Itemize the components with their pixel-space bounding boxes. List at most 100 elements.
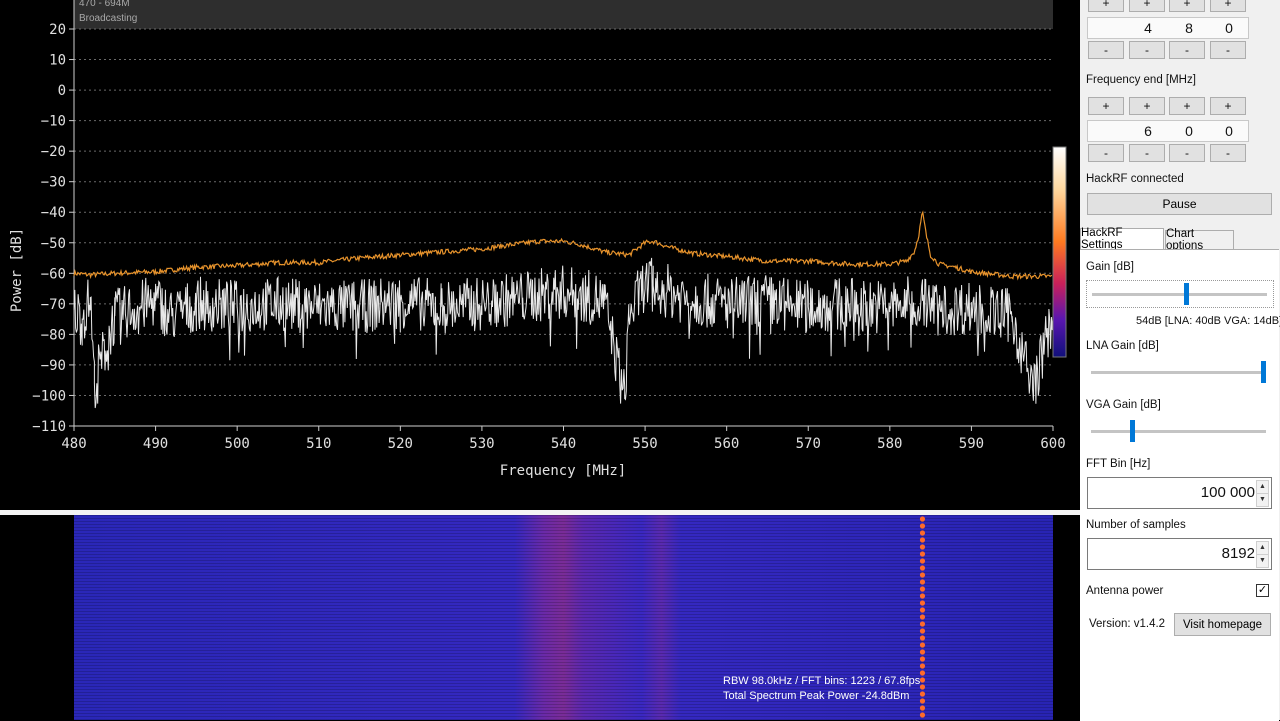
freq-start-minus-4[interactable]: - bbox=[1210, 41, 1246, 59]
lna-gain-slider[interactable] bbox=[1086, 360, 1274, 386]
y-tick-label: −50 bbox=[41, 236, 66, 252]
x-tick-label: 560 bbox=[714, 436, 739, 452]
carrier-dot bbox=[919, 691, 926, 697]
y-tick-label: −30 bbox=[41, 175, 66, 191]
vga-slider-thumb[interactable] bbox=[1130, 420, 1136, 442]
carrier-dot bbox=[919, 523, 926, 529]
y-tick-label: −60 bbox=[41, 266, 66, 282]
samples-input[interactable]: 8192 ▲ ▼ bbox=[1087, 538, 1272, 570]
peak-power-info: Total Spectrum Peak Power -24.8dBm bbox=[723, 690, 910, 702]
freq-end-plus-1[interactable]: + bbox=[1088, 97, 1124, 115]
carrier-dot bbox=[919, 628, 926, 634]
carrier-dot bbox=[919, 614, 926, 620]
y-tick-label: −10 bbox=[41, 114, 66, 130]
freq-start-digit-4: 0 bbox=[1225, 20, 1233, 36]
y-tick-label: −20 bbox=[41, 144, 66, 160]
freq-end-label: Frequency end [MHz] bbox=[1086, 74, 1196, 86]
freq-end-plus-2[interactable]: + bbox=[1129, 97, 1165, 115]
carrier-dot bbox=[919, 551, 926, 557]
color-scale-bar bbox=[1052, 146, 1067, 358]
gain-readout: 54dB [LNA: 40dB VGA: 14dB] bbox=[1136, 315, 1280, 327]
gain-slider-track bbox=[1092, 293, 1267, 296]
carrier-dot bbox=[919, 600, 926, 606]
carrier-dot bbox=[919, 642, 926, 648]
waterfall-plot bbox=[74, 515, 1053, 720]
version-label: Version: v1.4.2 bbox=[1089, 618, 1166, 630]
vga-slider-track bbox=[1091, 430, 1266, 433]
x-tick-label: 530 bbox=[469, 436, 494, 452]
freq-end-minus-3[interactable]: - bbox=[1169, 144, 1205, 162]
carrier-dot bbox=[919, 656, 926, 662]
carrier-dot bbox=[919, 705, 926, 711]
fft-bin-up-icon[interactable]: ▲ bbox=[1256, 480, 1269, 494]
lna-slider-thumb[interactable] bbox=[1261, 361, 1266, 383]
x-tick-label: 540 bbox=[551, 436, 576, 452]
x-tick-label: 510 bbox=[306, 436, 331, 452]
fft-bin-down-icon[interactable]: ▼ bbox=[1256, 493, 1269, 507]
carrier-dot bbox=[919, 663, 926, 669]
antenna-power-checkbox[interactable]: ✓ bbox=[1256, 584, 1269, 597]
rbw-info: RBW 98.0kHz / FFT bins: 1223 / 67.8fps bbox=[723, 675, 921, 687]
lna-slider-track bbox=[1091, 371, 1266, 374]
tab-hackrf-settings[interactable]: HackRF Settings bbox=[1080, 227, 1164, 251]
freq-end-plus-3[interactable]: + bbox=[1169, 97, 1205, 115]
freq-end-digit-2: 6 bbox=[1144, 123, 1152, 139]
carrier-dot bbox=[919, 516, 926, 522]
freq-end-minus-1[interactable]: - bbox=[1088, 144, 1124, 162]
y-tick-label: −110 bbox=[32, 419, 66, 435]
samples-up-icon[interactable]: ▲ bbox=[1256, 541, 1269, 555]
carrier-dot bbox=[919, 565, 926, 571]
gain-slider-thumb[interactable] bbox=[1183, 283, 1189, 305]
y-tick-label: 10 bbox=[49, 53, 66, 69]
freq-end-display[interactable]: 6 0 0 bbox=[1087, 120, 1249, 142]
carrier-dot bbox=[919, 544, 926, 550]
y-tick-label: −40 bbox=[41, 205, 66, 221]
tab-chart-options[interactable]: Chart options bbox=[1165, 228, 1234, 252]
carrier-dot bbox=[919, 607, 926, 613]
gain-slider[interactable] bbox=[1086, 280, 1274, 308]
carrier-dot bbox=[919, 586, 926, 592]
freq-end-digit-3: 0 bbox=[1185, 123, 1193, 139]
freq-start-minus-1[interactable]: - bbox=[1088, 41, 1124, 59]
freq-start-plus-1[interactable]: + bbox=[1088, 0, 1124, 12]
spectrum-plot: 20 10 0 −10 −20 −30 −40 −50 −60 −70 −80 −90 −100 −110… bbox=[9, 0, 1067, 479]
freq-start-display[interactable]: 4 8 0 bbox=[1087, 17, 1249, 39]
waterfall-display: RBW 98.0kHz / FFT bins: 1223 / 67.8fps T… bbox=[0, 515, 1080, 720]
freq-start-minus-3[interactable]: - bbox=[1169, 41, 1205, 59]
connection-status: HackRF connected bbox=[1086, 173, 1184, 185]
freq-end-digit-4: 0 bbox=[1225, 123, 1233, 139]
carrier-dot bbox=[919, 684, 926, 690]
pause-button[interactable]: Pause bbox=[1087, 193, 1272, 215]
x-tick-label: 600 bbox=[1040, 436, 1065, 452]
carrier-dot bbox=[919, 677, 926, 683]
freq-start-plus-3[interactable]: + bbox=[1169, 0, 1205, 12]
carrier-dot bbox=[919, 558, 926, 564]
carrier-dot bbox=[919, 572, 926, 578]
y-tick-label: −80 bbox=[41, 327, 66, 343]
lna-gain-label: LNA Gain [dB] bbox=[1086, 340, 1159, 352]
freq-start-plus-2[interactable]: + bbox=[1129, 0, 1165, 12]
control-panel: + + + + 4 8 0 - - - - Frequency end [MHz… bbox=[1080, 0, 1280, 721]
freq-start-plus-4[interactable]: + bbox=[1210, 0, 1246, 12]
freq-end-plus-4[interactable]: + bbox=[1210, 97, 1246, 115]
carrier-dot bbox=[919, 530, 926, 536]
freq-end-minus-4[interactable]: - bbox=[1210, 144, 1246, 162]
fft-bin-value: 100 000 bbox=[1200, 484, 1255, 501]
samples-value: 8192 bbox=[1221, 545, 1255, 562]
y-axis-label: Power [dB] bbox=[9, 228, 25, 312]
carrier-dot bbox=[919, 649, 926, 655]
freq-end-minus-2[interactable]: - bbox=[1129, 144, 1165, 162]
x-tick-label: 490 bbox=[143, 436, 168, 452]
y-tick-label: 20 bbox=[49, 22, 66, 38]
vga-gain-label: VGA Gain [dB] bbox=[1086, 399, 1161, 411]
carrier-dot bbox=[919, 670, 926, 676]
x-tick-label: 580 bbox=[877, 436, 902, 452]
spectrum-chart[interactable]: 470 - 694M Broadcasting 20 10 0 −10 −20 −30 −4… bbox=[0, 0, 1080, 510]
freq-start-minus-2[interactable]: - bbox=[1129, 41, 1165, 59]
samples-down-icon[interactable]: ▼ bbox=[1256, 554, 1269, 568]
fft-bin-input[interactable]: 100 000 ▲ ▼ bbox=[1087, 477, 1272, 509]
antenna-power-label: Antenna power bbox=[1086, 585, 1164, 597]
vga-gain-slider[interactable] bbox=[1086, 419, 1274, 445]
visit-homepage-button[interactable]: Visit homepage bbox=[1174, 613, 1271, 636]
x-tick-label: 520 bbox=[388, 436, 413, 452]
